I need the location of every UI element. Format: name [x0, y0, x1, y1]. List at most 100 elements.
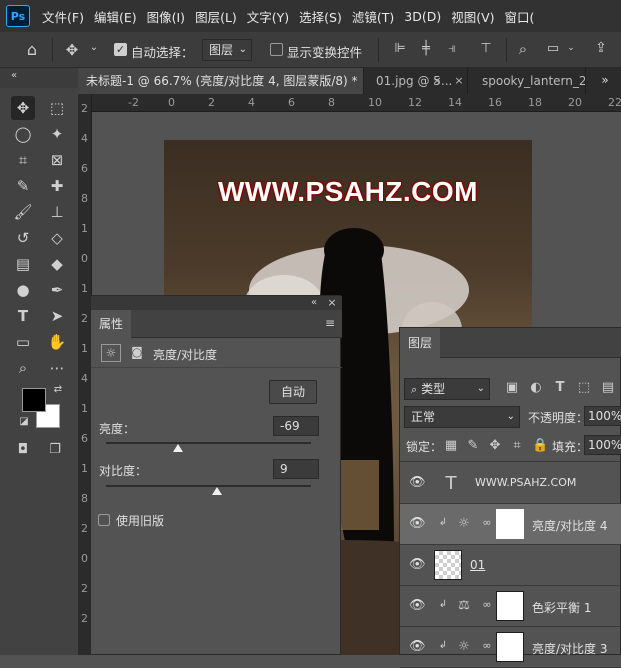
eye-icon[interactable]: 👁	[409, 599, 426, 613]
layer-name[interactable]: 亮度/对比度 4	[532, 517, 608, 534]
chevron-down-icon[interactable]: ⌄	[88, 42, 100, 53]
blend-mode-dropdown[interactable]: 正常 ⌄	[404, 406, 520, 428]
menu-image[interactable]: 图像(I)	[147, 7, 185, 26]
menu-layer[interactable]: 图层(L)	[195, 7, 237, 26]
move-tool-icon[interactable]: ✥	[11, 96, 35, 120]
tab-document-1[interactable]: 未标题-1 @ 66.7% (亮度/对比度 4, 图层蒙版/8) *	[78, 68, 364, 94]
contrast-input[interactable]: 9	[273, 459, 319, 479]
close-icon[interactable]: ×	[454, 74, 464, 87]
filter-smart-object-icon[interactable]: ▤	[600, 380, 616, 395]
menu-edit[interactable]: 编辑(E)	[94, 7, 137, 26]
menu-window[interactable]: 窗口(	[505, 7, 535, 26]
close-icon[interactable]: ×	[326, 296, 338, 310]
path-select-icon[interactable]: ➤	[45, 304, 69, 328]
frame-tool-icon[interactable]: ⊠	[45, 148, 69, 172]
layer-name[interactable]: 01	[470, 558, 485, 572]
auto-button[interactable]: 自动	[269, 380, 317, 404]
filter-type-icon[interactable]: T	[552, 380, 568, 395]
tab-layers[interactable]: 图层	[400, 328, 440, 358]
blur-tool-icon[interactable]: ◆	[45, 252, 69, 276]
layer-row-text[interactable]: 👁 T WWW.PSAHZ.COM	[400, 463, 621, 504]
layer-mask-thumbnail[interactable]	[496, 509, 524, 539]
collapse-icon[interactable]: «	[8, 70, 20, 81]
mask-icon[interactable]: ◙	[127, 344, 147, 362]
type-tool-icon[interactable]: T	[11, 304, 35, 328]
pen-tool-icon[interactable]: ✒	[45, 278, 69, 302]
lock-pixels-icon[interactable]: ✎	[466, 438, 480, 453]
layer-name[interactable]: WWW.PSAHZ.COM	[475, 476, 576, 489]
stamp-tool-icon[interactable]: ⊥	[45, 200, 69, 224]
lock-all-icon[interactable]: 🔒	[532, 438, 548, 453]
magic-wand-icon[interactable]: ✦	[45, 122, 69, 146]
brightness-input[interactable]: -69	[273, 416, 319, 436]
gradient-tool-icon[interactable]: ▤	[11, 252, 35, 276]
layer-thumbnail[interactable]	[434, 550, 462, 580]
lock-position-icon[interactable]: ✥	[488, 438, 502, 453]
contrast-slider[interactable]	[106, 485, 311, 487]
eraser-icon[interactable]: ◇	[45, 226, 69, 250]
home-icon[interactable]: ⌂	[22, 40, 42, 59]
layer-name[interactable]: 亮度/对比度 3	[532, 640, 608, 657]
filter-adjustment-icon[interactable]: ◐	[528, 380, 544, 395]
menu-file[interactable]: 文件(F)	[42, 7, 84, 26]
move-tool-icon[interactable]: ✥	[62, 41, 82, 59]
rectangle-tool-icon[interactable]: ▭	[11, 330, 35, 354]
layer-name[interactable]: 色彩平衡 1	[532, 599, 591, 616]
crop-tool-icon[interactable]: ⌗	[11, 148, 35, 172]
auto-select-target-dropdown[interactable]: 图层 ⌄	[202, 39, 252, 61]
align-center-icon[interactable]: ╪	[418, 41, 434, 56]
contrast-slider-thumb[interactable]	[211, 487, 222, 495]
brightness-icon[interactable]: ☼	[101, 344, 121, 362]
panel-menu-icon[interactable]: ≡	[323, 316, 337, 330]
layer-filter-dropdown[interactable]: ⌕ 类型 ⌄	[404, 378, 490, 400]
layer-row-01[interactable]: 👁 01	[400, 545, 621, 586]
brightness-slider[interactable]	[106, 442, 311, 444]
eye-icon[interactable]: 👁	[409, 640, 426, 654]
share-icon[interactable]: ⇪	[592, 40, 610, 56]
layer-row-color-balance[interactable]: 👁 ↲ ⚖ ∞ 色彩平衡 1	[400, 586, 621, 627]
eye-icon[interactable]: 👁	[409, 558, 426, 572]
quick-mask-icon[interactable]: ◘	[14, 442, 32, 457]
tab-document-3[interactable]: spooky_lantern_2...	[474, 68, 586, 94]
search-icon[interactable]: ⌕	[514, 40, 532, 58]
eye-icon[interactable]: 👁	[409, 476, 426, 490]
default-colors-icon[interactable]: ◪	[18, 416, 30, 427]
tab-document-2[interactable]: 01.jpg @ 5...	[368, 68, 468, 94]
opacity-input[interactable]: 100%	[584, 406, 621, 426]
menu-type[interactable]: 文字(Y)	[247, 7, 289, 26]
brightness-slider-thumb[interactable]	[172, 444, 183, 452]
eye-icon[interactable]: 👁	[409, 517, 426, 531]
chevron-down-icon[interactable]: ⌄	[566, 43, 576, 53]
history-brush-icon[interactable]: ↺	[11, 226, 35, 250]
menu-select[interactable]: 选择(S)	[299, 7, 342, 26]
auto-select-checkbox[interactable]: ✓	[114, 43, 127, 56]
layer-row-brightness-4[interactable]: 👁 ↲ ☼ ∞ 亮度/对比度 4	[400, 504, 621, 545]
layer-mask-thumbnail[interactable]	[496, 591, 524, 621]
lasso-tool-icon[interactable]: ◯	[11, 122, 35, 146]
lock-transparent-icon[interactable]: ▦	[444, 438, 458, 453]
marquee-tool-icon[interactable]: ⬚	[45, 96, 69, 120]
more-tabs-icon[interactable]: »	[598, 73, 612, 87]
menu-3d[interactable]: 3D(D)	[404, 9, 441, 24]
use-legacy-checkbox[interactable]	[98, 514, 110, 526]
align-right-icon[interactable]: ⫣	[444, 41, 460, 56]
dodge-tool-icon[interactable]: ●	[11, 278, 35, 302]
screen-mode-icon[interactable]: ❐	[46, 442, 64, 457]
filter-shape-icon[interactable]: ⬚	[576, 380, 592, 395]
foreground-color-swatch-top[interactable]	[22, 388, 46, 412]
layer-mask-thumbnail[interactable]	[496, 632, 524, 662]
align-left-icon[interactable]: ⊫	[392, 41, 408, 56]
brush-tool-icon[interactable]: 🖌	[11, 200, 35, 224]
tab-properties[interactable]: 属性	[91, 310, 131, 338]
show-transform-checkbox[interactable]	[270, 43, 283, 56]
eyedropper-icon[interactable]: ✎	[11, 174, 35, 198]
fill-input[interactable]: 100%	[584, 435, 621, 455]
collapse-icon[interactable]: «	[308, 296, 320, 310]
more-tools-icon[interactable]: ⋯	[45, 356, 69, 380]
zoom-tool-icon[interactable]: ⌕	[11, 356, 35, 380]
align-top-icon[interactable]: ⊤	[478, 41, 494, 56]
layer-row-brightness-3[interactable]: 👁 ↲ ☼ ∞ 亮度/对比度 3	[400, 627, 621, 668]
healing-brush-icon[interactable]: ✚	[45, 174, 69, 198]
hand-tool-icon[interactable]: ✋	[45, 330, 69, 354]
filter-pixel-icon[interactable]: ▣	[504, 380, 520, 395]
